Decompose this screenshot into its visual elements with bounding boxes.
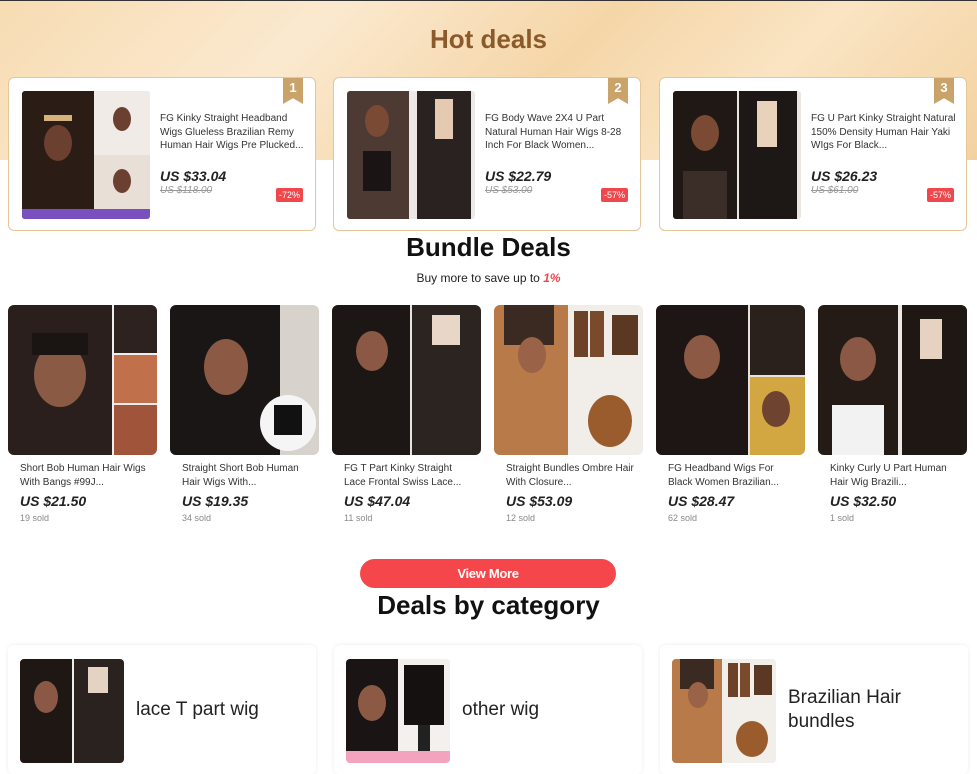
discount-badge: -57%	[926, 188, 954, 202]
hot-deals-title: Hot deals	[429, 24, 548, 54]
rank-badge: 2	[608, 78, 628, 104]
category-label[interactable]: other wig	[462, 645, 632, 774]
product-image[interactable]	[8, 305, 157, 455]
product-name[interactable]: Short Bob Human Hair Wigs With Bangs #99…	[20, 462, 148, 490]
save-percent: 1%	[543, 271, 561, 285]
bundle-product-card[interactable]: Straight Bundles Ombre Hair With Closure…	[494, 305, 643, 525]
product-image[interactable]	[332, 305, 481, 455]
original-price: US $53.00	[485, 185, 533, 196]
product-price: US $33.04	[160, 168, 227, 184]
product-price: US $53.09	[506, 493, 573, 509]
discount-badge: -57%	[600, 188, 628, 202]
sold-count: 1 sold	[830, 513, 855, 523]
category-card-lace-t-part-wig[interactable]: lace T part wig	[8, 645, 316, 774]
product-image[interactable]	[818, 305, 967, 455]
category-label[interactable]: Brazilian Hair bundles	[788, 645, 958, 774]
product-image[interactable]	[347, 91, 475, 219]
product-price: US $28.47	[668, 493, 735, 509]
product-price: US $32.50	[830, 493, 897, 509]
product-name[interactable]: FG U Part Kinky Straight Natural 150% De…	[811, 112, 959, 153]
hot-deal-card[interactable]: 2 FG Body Wave 2X4 U Part Natural Human …	[333, 77, 641, 231]
category-image[interactable]	[346, 659, 450, 763]
category-image[interactable]	[20, 659, 124, 763]
product-image[interactable]	[673, 91, 801, 219]
sold-count: 34 sold	[182, 513, 212, 523]
original-price: US $118.00	[160, 185, 213, 196]
category-card-other-wig[interactable]: other wig	[334, 645, 642, 774]
product-price: US $26.23	[811, 168, 878, 184]
deals-by-category-title: Deals by category	[377, 590, 600, 620]
product-price: US $19.35	[182, 493, 249, 509]
bundle-product-card[interactable]: FG T Part Kinky Straight Lace Frontal Sw…	[332, 305, 481, 525]
product-name[interactable]: FG Body Wave 2X4 U Part Natural Human Ha…	[485, 112, 633, 153]
category-card-brazilian-hair-bundles[interactable]: Brazilian Hair bundles	[660, 645, 968, 774]
bundle-deals-subtitle: Buy more to save up to 1%	[0, 271, 977, 285]
bundle-product-card[interactable]: Straight Short Bob Human Hair Wigs With.…	[170, 305, 319, 525]
sold-count: 19 sold	[20, 513, 50, 523]
product-price: US $21.50	[20, 493, 87, 509]
product-price: US $22.79	[485, 168, 552, 184]
bundle-product-card[interactable]: FG Headband Wigs For Black Women Brazili…	[656, 305, 805, 525]
sold-count: 62 sold	[668, 513, 698, 523]
product-name[interactable]: Straight Short Bob Human Hair Wigs With.…	[182, 462, 310, 490]
category-image[interactable]	[672, 659, 776, 763]
rank-badge: 3	[934, 78, 954, 104]
bundle-product-card[interactable]: Short Bob Human Hair Wigs With Bangs #99…	[8, 305, 157, 525]
category-label[interactable]: lace T part wig	[136, 645, 306, 774]
hot-deal-card[interactable]: 1 FG Kinky Straight Headband Wigs Gluele…	[8, 77, 316, 231]
bundle-deals-title: Bundle Deals	[406, 232, 571, 262]
product-name[interactable]: Kinky Curly U Part Human Hair Wig Brazil…	[830, 462, 958, 490]
product-price: US $47.04	[344, 493, 411, 509]
discount-badge: -72%	[275, 188, 303, 202]
product-name[interactable]: FG T Part Kinky Straight Lace Frontal Sw…	[344, 462, 472, 490]
sold-count: 11 sold	[344, 513, 373, 523]
product-image[interactable]	[170, 305, 319, 455]
original-price: US $61.00	[811, 185, 859, 196]
sold-count: 12 sold	[506, 513, 536, 523]
product-name[interactable]: FG Kinky Straight Headband Wigs Glueless…	[160, 112, 308, 153]
rank-badge: 1	[283, 78, 303, 104]
view-more-button[interactable]: View More	[360, 559, 616, 588]
bundle-product-card[interactable]: Kinky Curly U Part Human Hair Wig Brazil…	[818, 305, 967, 525]
product-image[interactable]	[22, 91, 150, 219]
product-name[interactable]: Straight Bundles Ombre Hair With Closure…	[506, 462, 634, 490]
subtitle-text: Buy more to save up to	[416, 271, 544, 285]
hot-deal-card[interactable]: 3 FG U Part Kinky Straight Natural 150% …	[659, 77, 967, 231]
product-image[interactable]	[656, 305, 805, 455]
product-name[interactable]: FG Headband Wigs For Black Women Brazili…	[668, 462, 796, 490]
product-image[interactable]	[494, 305, 643, 455]
